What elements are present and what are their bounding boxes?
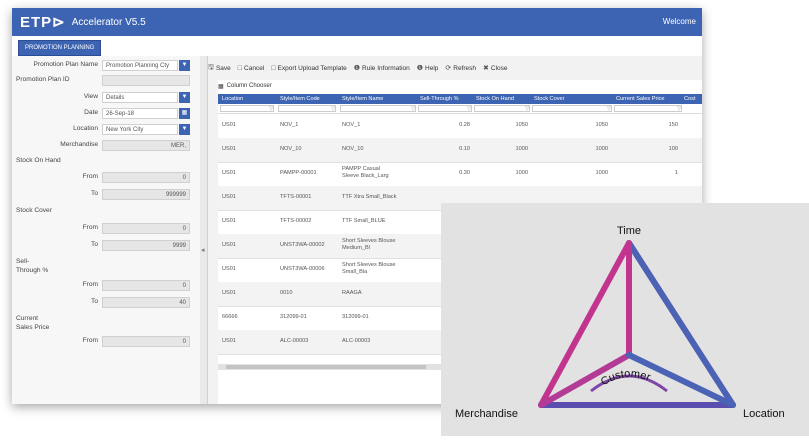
view-select[interactable]: Details bbox=[102, 92, 178, 103]
column-header[interactable]: Sell-Through % bbox=[420, 96, 459, 102]
export-upload-template-button[interactable]: □ Export Upload Template bbox=[271, 65, 347, 72]
column-filter-icon[interactable]: ▽ bbox=[418, 105, 472, 112]
panel-splitter[interactable]: ◂ bbox=[200, 56, 208, 404]
column-filter-icon[interactable]: ▽ bbox=[220, 105, 274, 112]
column-header[interactable]: Cost bbox=[684, 96, 696, 102]
chevron-down-icon[interactable]: ▼ bbox=[179, 124, 190, 135]
current-sales-price-label: Current Sales Price bbox=[16, 315, 50, 331]
app-header: ETP⊳ Accelerator V5.5 Welcome bbox=[12, 8, 702, 36]
column-filter-icon[interactable]: ▽ bbox=[278, 105, 336, 112]
module-bar: PROMOTION PLANNING bbox=[12, 36, 702, 56]
view-label: View bbox=[83, 93, 98, 100]
filter-panel: Promotion Plan Name Promotion Planning C… bbox=[12, 56, 201, 404]
column-header[interactable]: Stock On Hand bbox=[476, 96, 514, 102]
location-label: Location bbox=[73, 125, 98, 132]
cancel-icon: □ bbox=[237, 64, 243, 72]
app-logo: ETP⊳ bbox=[20, 14, 66, 31]
location-label: Location bbox=[743, 408, 785, 420]
save-button[interactable]: 🖫 Save bbox=[208, 63, 231, 74]
column-filter-icon[interactable]: ▽ bbox=[340, 105, 416, 112]
chevron-down-icon[interactable]: ▼ bbox=[179, 60, 190, 71]
stock-cover-from-label: From bbox=[82, 224, 98, 231]
calendar-icon[interactable]: ▦ bbox=[179, 108, 190, 119]
cancel-button[interactable]: □ Cancel bbox=[238, 65, 264, 72]
merchandise-label: Merchandise bbox=[455, 408, 518, 420]
column-chooser-button[interactable]: ▦ Column Chooser bbox=[218, 80, 272, 92]
table-row[interactable]: US01 NOV_10 NOV_10 0.10 1000 1000 100 bbox=[218, 138, 702, 163]
pyramid-diagram: Customer bbox=[538, 240, 736, 408]
stock-on-hand-label: Stock On Hand bbox=[16, 157, 61, 164]
column-header[interactable]: Stock Cover bbox=[534, 96, 564, 102]
date-label: Date bbox=[84, 109, 98, 116]
scrollbar-thumb[interactable] bbox=[226, 365, 426, 369]
close-button[interactable]: ✖ Close bbox=[483, 64, 508, 73]
table-row[interactable]: US01 PAMPP-00001 PAMPP Casual Sleeve Bla… bbox=[218, 162, 702, 187]
current-sales-price-from-label: From bbox=[82, 337, 98, 344]
help-icon: ❶ bbox=[416, 65, 424, 72]
info-icon: ❶ bbox=[353, 65, 361, 72]
merchandise-field[interactable]: MER, bbox=[102, 140, 190, 151]
welcome-text[interactable]: Welcome bbox=[663, 17, 696, 26]
promotion-plan-id-label: Promotion Plan ID bbox=[16, 76, 70, 83]
rule-information-button[interactable]: ❶ Rule Information bbox=[353, 64, 410, 73]
tab-promotion-planning[interactable]: PROMOTION PLANNING bbox=[18, 40, 102, 56]
toolbar: 🖫 Save □ Cancel □ Export Upload Template ❶R… bbox=[208, 60, 515, 76]
sell-through-to-label: To bbox=[91, 298, 98, 305]
outer-triangle bbox=[538, 240, 736, 408]
sell-through-from-field[interactable]: 0 bbox=[102, 280, 190, 291]
sell-through-label: Sell-Through % bbox=[16, 258, 49, 274]
merchandise-label: Merchandise bbox=[60, 141, 98, 148]
promotion-plan-name-label: Promotion Plan Name bbox=[33, 61, 98, 68]
collapse-arrow-icon[interactable]: ◂ bbox=[201, 246, 205, 254]
date-field[interactable]: 26-Sep-18 bbox=[102, 108, 178, 119]
save-icon: 🖫 bbox=[208, 63, 214, 71]
stock-cover-to-field[interactable]: 9999 bbox=[102, 240, 190, 251]
app-title: Accelerator V5.5 bbox=[71, 16, 146, 28]
chevron-down-icon[interactable]: ▼ bbox=[179, 92, 190, 103]
column-header[interactable]: Current Sales Price bbox=[616, 96, 665, 102]
stock-cover-label: Stock Cover bbox=[16, 207, 52, 214]
refresh-icon: ⟳ bbox=[445, 65, 452, 72]
column-filter-icon[interactable]: ▽ bbox=[474, 105, 530, 112]
column-header[interactable]: Location bbox=[222, 96, 243, 102]
column-filter-icon[interactable]: ▽ bbox=[614, 105, 682, 112]
column-header[interactable]: Style/Item Code bbox=[280, 96, 320, 102]
stock-on-hand-to-label: To bbox=[91, 190, 98, 197]
time-label: Time bbox=[617, 225, 642, 237]
refresh-button[interactable]: ⟳ Refresh bbox=[445, 64, 476, 73]
help-button[interactable]: ❶ Help bbox=[416, 64, 439, 73]
grid-filter-row: ▽ ▽ ▽ ▽ ▽ ▽ ▽ bbox=[218, 104, 702, 114]
location-select[interactable]: New York City bbox=[102, 124, 178, 135]
column-filter-icon[interactable]: ▽ bbox=[532, 105, 612, 112]
stock-cover-to-label: To bbox=[91, 241, 98, 248]
stock-on-hand-from-field[interactable]: 0 bbox=[102, 172, 190, 183]
sell-through-from-label: From bbox=[82, 281, 98, 288]
table-icon: ▦ bbox=[218, 83, 224, 90]
export-icon: □ bbox=[271, 64, 276, 72]
close-icon: ✖ bbox=[483, 65, 489, 72]
current-sales-price-from-field[interactable]: 0 bbox=[102, 336, 190, 347]
stock-on-hand-to-field[interactable]: 999999 bbox=[102, 189, 190, 200]
grid-header: Location Style/Item Code Style/Item Name… bbox=[218, 94, 702, 104]
promotion-plan-name-field[interactable]: Promotion Planning Cty bbox=[102, 60, 178, 71]
stock-on-hand-from-label: From bbox=[82, 173, 98, 180]
dimension-diagram-card: Customer Time Merchandise Location bbox=[441, 203, 809, 436]
table-row[interactable]: US01 NOV_1 NOV_1 0.28 1050 1050 150 bbox=[218, 114, 702, 139]
sell-through-to-field[interactable]: 40 bbox=[102, 297, 190, 308]
promotion-plan-id-field[interactable] bbox=[102, 75, 190, 86]
column-header[interactable]: Style/Item Name bbox=[342, 96, 383, 102]
stock-cover-from-field[interactable]: 0 bbox=[102, 223, 190, 234]
